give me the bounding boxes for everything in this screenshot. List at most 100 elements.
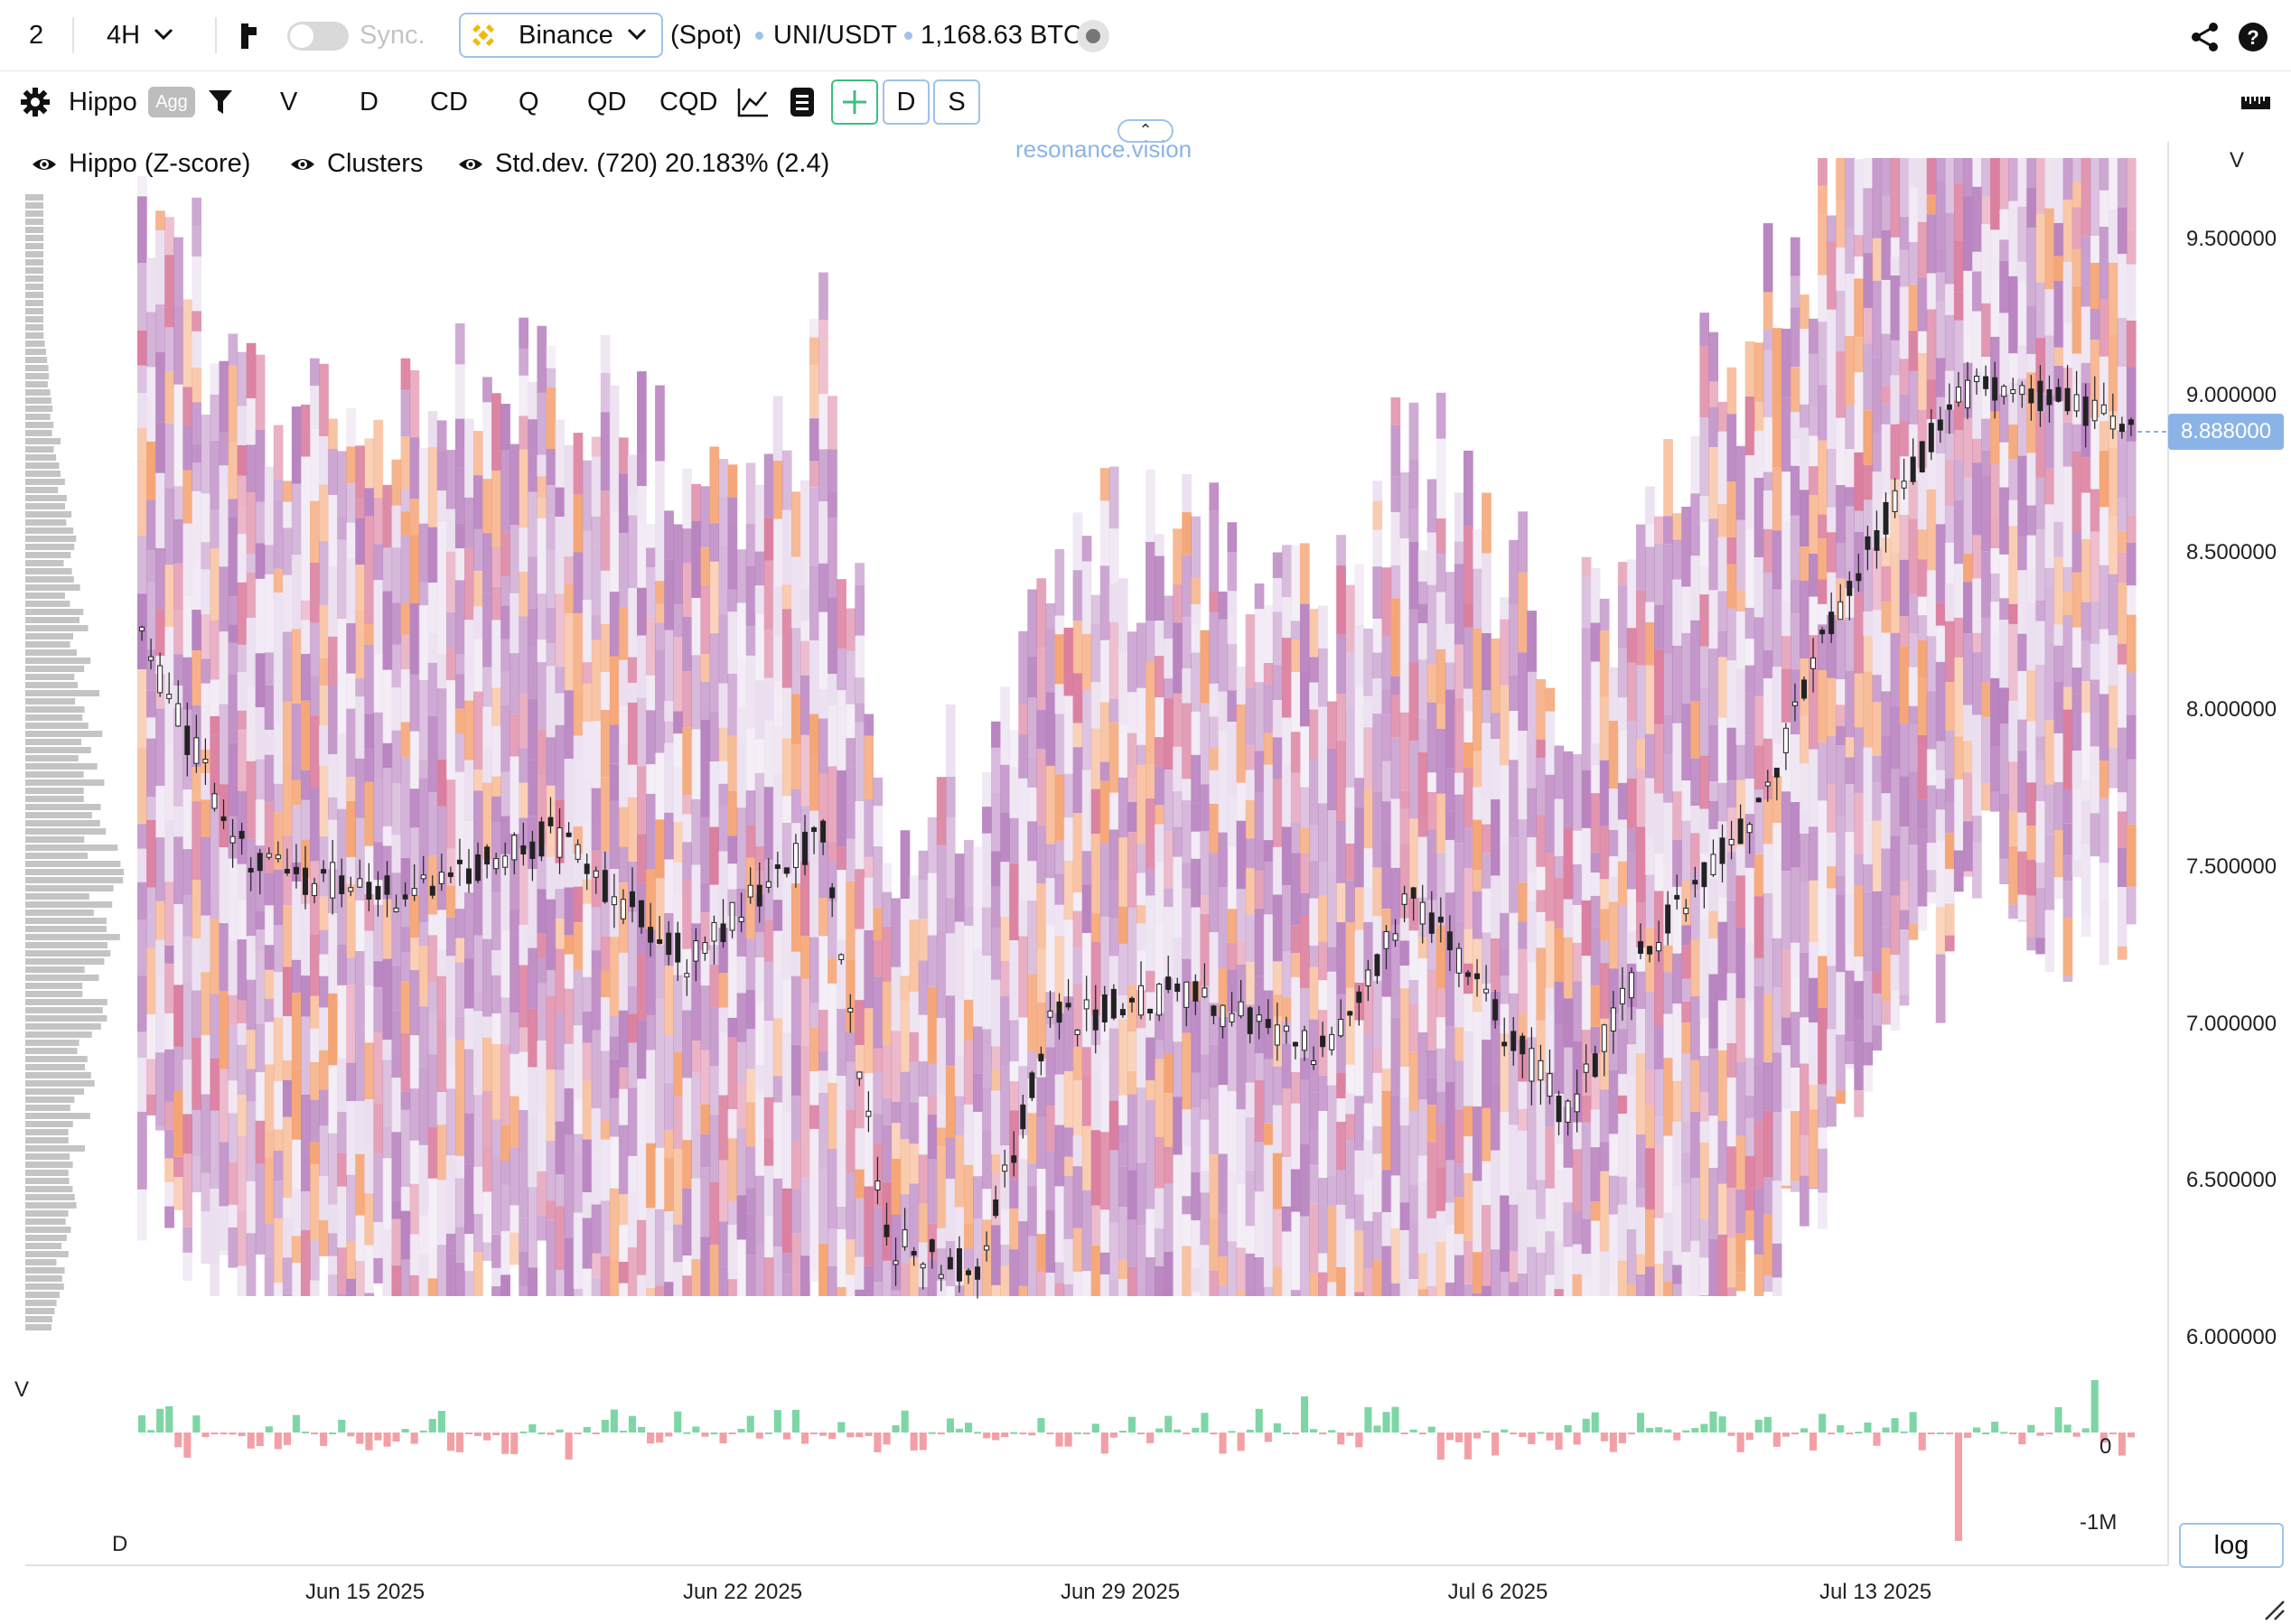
heat-cell <box>800 1178 810 1256</box>
gear-icon[interactable] <box>20 87 51 117</box>
heat-cell <box>1981 196 1991 224</box>
heat-cell <box>1999 723 2009 794</box>
log-scale-button[interactable]: log <box>2179 1523 2284 1568</box>
candle-body <box>1347 1011 1353 1016</box>
heat-cell <box>991 1284 1001 1296</box>
heat-cell <box>364 985 375 1043</box>
candle-body <box>684 973 690 978</box>
pair-label[interactable]: UNI/USDT <box>773 0 897 70</box>
heat-cell <box>2008 810 2018 846</box>
heat-cell <box>391 1218 402 1265</box>
heat-cell <box>1599 909 1610 941</box>
heat-cell <box>382 1040 393 1060</box>
heat-cell <box>691 598 701 656</box>
candle-body <box>1510 1031 1517 1051</box>
delta-bar <box>974 1432 982 1434</box>
heat-cell <box>1699 1295 1710 1296</box>
candle-body <box>1674 894 1680 900</box>
heat-cell <box>546 995 556 1070</box>
candle-body <box>1728 838 1735 845</box>
ruler-icon[interactable] <box>2240 92 2271 112</box>
heat-cell <box>609 800 620 869</box>
heat-cell <box>1763 350 1773 418</box>
heat-cell <box>1318 980 1328 1011</box>
delta-bar <box>1582 1418 1590 1433</box>
heat-cell <box>1726 1287 1737 1296</box>
agg-badge[interactable]: Agg <box>148 87 195 117</box>
heat-cell <box>1563 899 1574 938</box>
heat-cell <box>464 497 474 548</box>
heat-cell <box>482 1191 492 1243</box>
toggle-d-button[interactable]: D <box>883 79 930 125</box>
heat-cell <box>1509 711 1519 761</box>
candle-type-icon[interactable] <box>239 22 259 51</box>
heat-cell <box>591 1253 602 1278</box>
notes-icon[interactable] <box>790 87 815 117</box>
heat-cell <box>1836 620 1846 680</box>
share-icon[interactable] <box>2190 22 2221 52</box>
help-icon[interactable]: ? <box>2238 22 2268 52</box>
heat-cell <box>918 1061 929 1097</box>
sync-toggle[interactable] <box>287 22 349 51</box>
layout-count[interactable]: 2 <box>29 0 43 70</box>
metric-cd-button[interactable]: CD <box>430 72 468 132</box>
heat-cell <box>1790 515 1800 580</box>
add-indicator-button[interactable] <box>831 79 878 125</box>
delta-bar <box>1482 1431 1491 1433</box>
heat-cell <box>837 846 846 871</box>
heat-cell <box>1045 1273 1056 1296</box>
heat-cell <box>1509 760 1519 838</box>
metric-v-button[interactable]: V <box>280 72 297 132</box>
heat-cell <box>1599 1142 1610 1171</box>
heat-cell <box>391 783 402 835</box>
heat-cell <box>1372 1125 1383 1154</box>
interval-select[interactable]: 4H <box>107 0 140 70</box>
heat-cell <box>391 1265 402 1296</box>
filter-icon[interactable] <box>208 89 233 116</box>
delta-bar <box>710 1432 718 1434</box>
delta-bar <box>1246 1429 1254 1433</box>
heat-cell <box>609 385 620 436</box>
heat-cell <box>1645 621 1655 666</box>
heat-cell <box>1590 1220 1601 1296</box>
metric-d-button[interactable]: D <box>360 72 379 132</box>
heat-cell <box>1027 1186 1037 1237</box>
heat-cell <box>192 490 201 568</box>
heat-cell <box>1963 270 1973 337</box>
heat-cell <box>555 667 566 694</box>
delta-bar <box>919 1433 927 1451</box>
heat-cell <box>1146 1100 1155 1166</box>
line-chart-icon[interactable] <box>737 87 770 117</box>
resize-handle-icon[interactable] <box>2265 1601 2285 1620</box>
delta-histogram <box>138 1380 2135 1541</box>
heat-cell <box>1063 1238 1074 1284</box>
heat-cell <box>2008 499 2018 527</box>
heat-cell <box>1972 578 1982 633</box>
heat-cell <box>1935 158 1946 182</box>
heat-cell <box>264 1224 275 1257</box>
heat-cell <box>664 859 674 913</box>
heat-cell <box>201 658 211 684</box>
heat-cell <box>1435 793 1446 853</box>
heat-cell <box>1318 1178 1328 1254</box>
heat-cell <box>982 956 992 1030</box>
indicator-name[interactable]: Hippo <box>69 72 137 132</box>
metric-cqd-button[interactable]: CQD <box>659 72 717 132</box>
chevron-down-icon[interactable] <box>154 27 173 42</box>
heat-cell <box>391 925 402 966</box>
heat-cell <box>237 1000 248 1024</box>
metric-qd-button[interactable]: QD <box>587 72 627 132</box>
heat-cell <box>727 611 738 674</box>
heat-cell <box>436 420 447 452</box>
heat-cell <box>945 933 956 996</box>
heat-cell <box>2035 158 2046 214</box>
heat-cell <box>646 959 656 1016</box>
toggle-s-button[interactable]: S <box>933 79 980 125</box>
chevron-down-icon <box>627 28 647 41</box>
heat-cell <box>382 742 393 768</box>
price-chart[interactable]: V 9.500000 9.000000 8.500000 8.000000 7.… <box>0 131 2291 1624</box>
heat-cell <box>137 1237 147 1241</box>
heat-cell <box>1300 543 1310 604</box>
metric-q-button[interactable]: Q <box>519 72 539 132</box>
heat-cell <box>1363 695 1374 728</box>
